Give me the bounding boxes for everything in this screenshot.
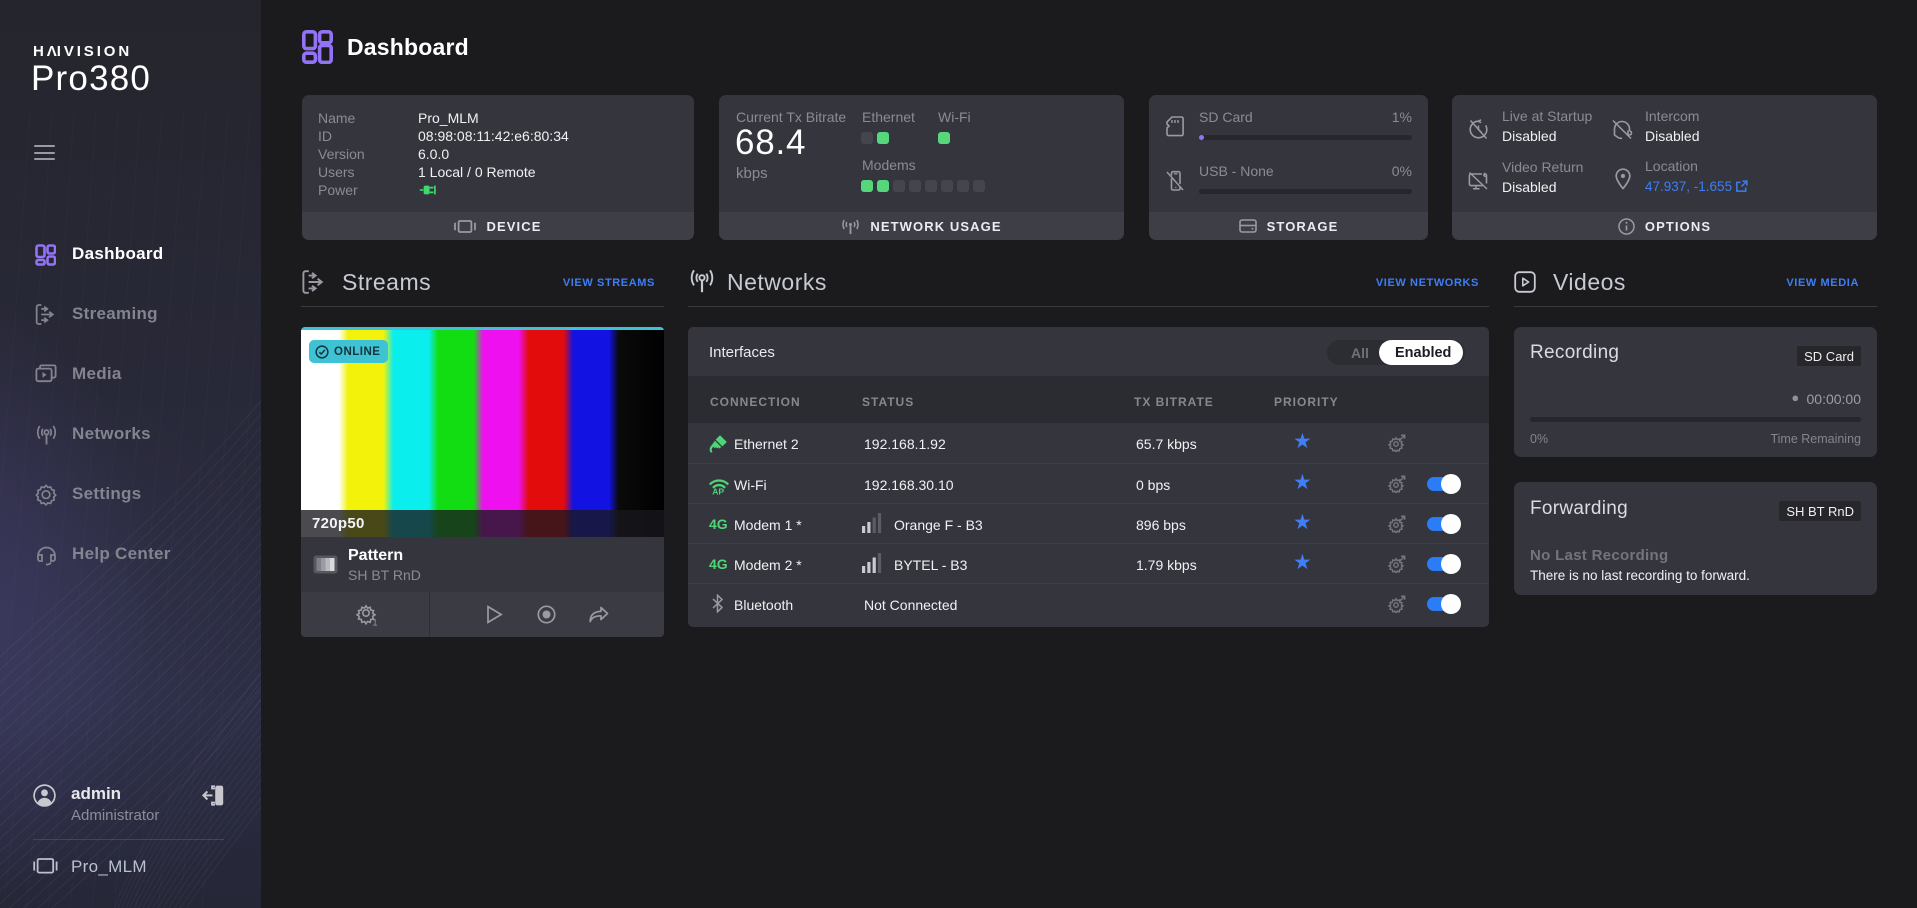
svg-text:AP: AP <box>712 487 724 496</box>
svg-text:1: 1 <box>373 618 378 627</box>
